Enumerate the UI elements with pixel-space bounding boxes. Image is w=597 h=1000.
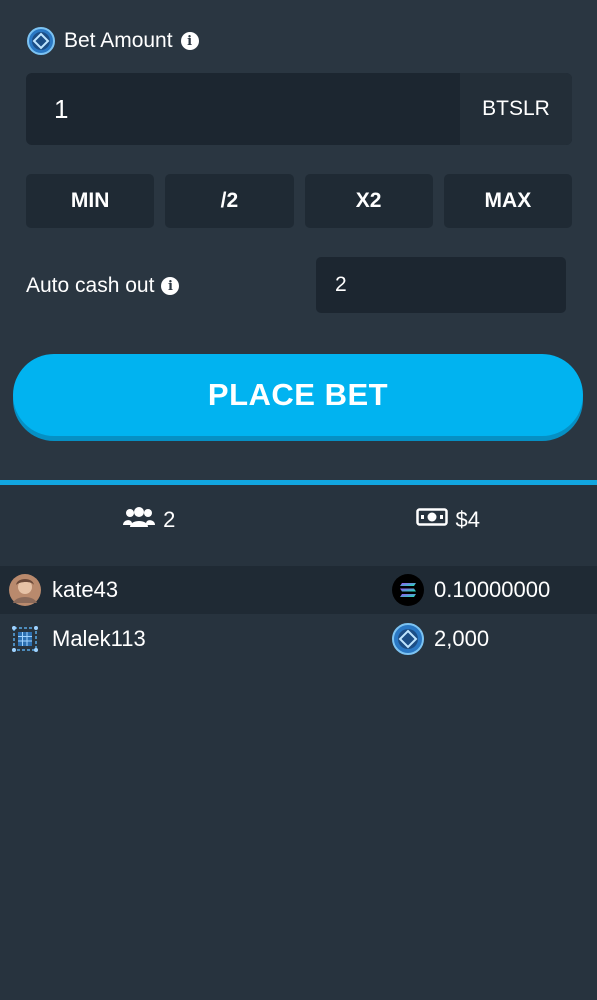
currency-label: BTSLR <box>460 73 572 145</box>
player-name: kate43 <box>52 577 119 602</box>
place-bet-button[interactable]: PLACE BET <box>13 354 583 436</box>
photo-avatar <box>8 573 42 607</box>
bets-panel <box>0 485 597 1000</box>
player-cell: Malek113 <box>8 622 146 656</box>
info-icon[interactable]: i <box>180 32 199 50</box>
grid-avatar <box>8 622 42 656</box>
bet-amount: 2,000 <box>434 626 490 651</box>
bet-row: kate43 0.10000000 <box>0 566 597 614</box>
player-cell: kate43 <box>8 573 118 607</box>
bet-amount-input[interactable] <box>26 73 460 145</box>
bet-amount: 0.10000000 <box>434 577 551 602</box>
diamond-token-icon <box>391 622 425 656</box>
total-bet-stat: $4 <box>299 498 597 542</box>
players-count: 2 <box>163 507 176 532</box>
bet-amount-label: Bet Amount <box>64 29 173 52</box>
max-button[interactable]: MAX <box>443 174 572 228</box>
bet-row: Malek113 2,000 <box>0 615 597 663</box>
amount-cell: 0.10000000 <box>391 573 550 607</box>
amount-cell: 2,000 <box>391 622 489 656</box>
auto-cash-out-input[interactable] <box>316 257 566 313</box>
quick-amount-buttons: MIN /2 X2 MAX <box>26 174 572 228</box>
money-icon <box>415 506 448 534</box>
auto-cash-out-field: x <box>316 257 566 313</box>
bet-amount-header: Bet Amount i <box>26 26 199 56</box>
solana-coin-icon <box>391 573 425 607</box>
double-button[interactable]: X2 <box>304 174 433 228</box>
info-icon[interactable]: i <box>161 277 180 295</box>
players-stat: 2 <box>0 498 299 542</box>
auto-cash-out-label: Auto cash out <box>26 274 155 297</box>
auto-cash-out-header: Auto cash out i <box>26 271 180 301</box>
users-icon <box>123 505 156 535</box>
round-stats: 2 $4 <box>0 498 597 542</box>
total-amount: $4 <box>455 507 480 532</box>
diamond-token-icon <box>26 26 56 56</box>
player-name: Malek113 <box>52 626 146 651</box>
half-button[interactable]: /2 <box>165 174 294 228</box>
min-button[interactable]: MIN <box>26 174 155 228</box>
bet-amount-field: BTSLR <box>26 73 572 145</box>
